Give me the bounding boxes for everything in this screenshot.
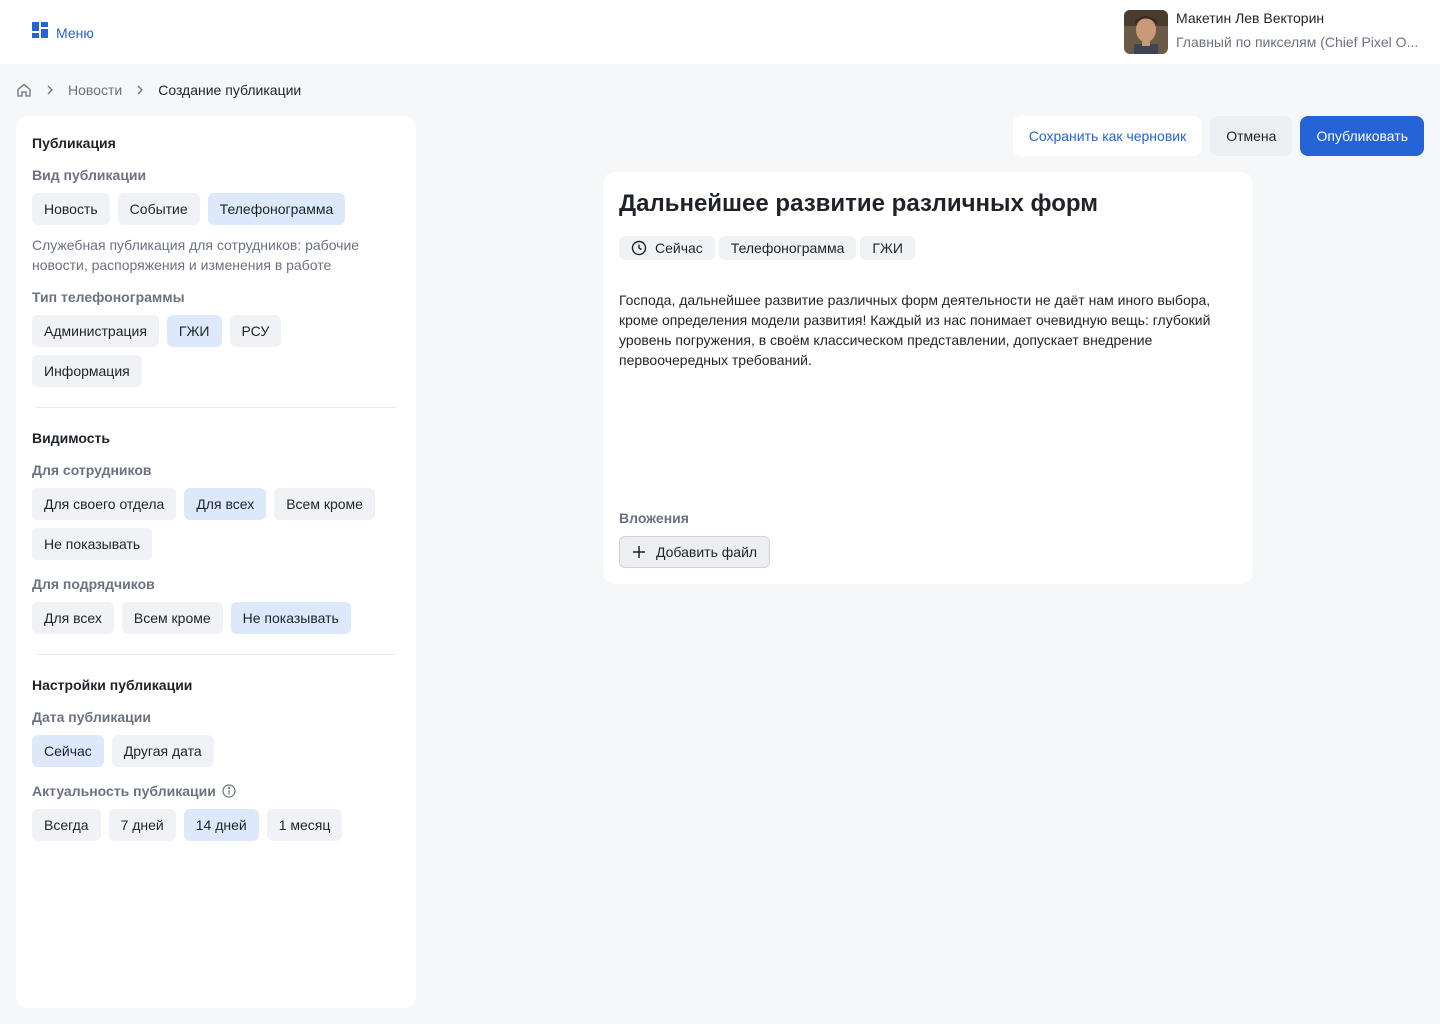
relevance-chip[interactable]: 1 месяц: [266, 809, 343, 841]
divider: [36, 654, 396, 655]
phone-type-chips: Администрация ГЖИ РСУ Информация: [32, 315, 362, 387]
kind-description: Служебная публикация для сотрудников: ра…: [32, 237, 360, 273]
relevance-chip[interactable]: 14 дней: [183, 809, 259, 841]
phone-type-chip[interactable]: Администрация: [32, 315, 159, 347]
publish-button[interactable]: Опубликовать: [1300, 116, 1424, 156]
kind-chip[interactable]: Телефонограмма: [207, 193, 346, 225]
employees-chip[interactable]: Не показывать: [32, 528, 153, 560]
tag-kind: Телефонограмма: [718, 236, 857, 260]
breadcrumb: Новости Создание публикации: [16, 80, 301, 100]
contractors-chip[interactable]: Для всех: [32, 602, 114, 634]
settings-panel: Публикация Вид публикации Новость Событие…: [16, 116, 416, 1008]
plus-icon: [632, 545, 646, 559]
contractors-chips: Для всех Всем кроме Не показывать: [32, 602, 400, 634]
avatar: [1124, 10, 1168, 54]
user-profile[interactable]: Макетин Лев Векторин Главный по пикселям…: [1124, 10, 1420, 54]
kind-label: Вид публикации: [32, 167, 147, 183]
relevance-chips: Всегда 7 дней 14 дней 1 месяц: [32, 809, 400, 841]
kind-chips: Новость Событие Телефонограмма: [32, 193, 400, 225]
add-file-button[interactable]: Добавить файл: [619, 536, 771, 568]
phone-type-chip[interactable]: РСУ: [229, 315, 282, 347]
user-role: Главный по пикселям (Chief Pixel O...: [1176, 34, 1419, 50]
employees-chip[interactable]: Всем кроме: [274, 488, 375, 520]
contractors-chip[interactable]: Всем кроме: [121, 602, 223, 634]
section-title-publication: Публикация: [32, 135, 116, 151]
employees-chip[interactable]: Для всех: [184, 488, 267, 520]
user-name: Макетин Лев Векторин: [1176, 10, 1325, 26]
breadcrumb-news[interactable]: Новости: [68, 82, 122, 98]
section-title-settings: Настройки публикации: [32, 677, 193, 693]
menu-grid-icon: [32, 22, 48, 43]
breadcrumb-current: Создание публикации: [158, 82, 302, 98]
tag-time: Сейчас: [619, 236, 715, 260]
section-title-visibility: Видимость: [32, 430, 110, 446]
preview-tags: Сейчас Телефонограмма ГЖИ: [619, 236, 1237, 260]
menu-label: Меню: [56, 24, 94, 41]
menu-button[interactable]: Меню: [32, 22, 94, 43]
divider: [36, 407, 396, 408]
employees-chips: Для своего отдела Для всех Всем кроме Не по…: [32, 488, 392, 560]
relevance-label-text: Актуальность публикации: [32, 783, 216, 799]
employees-chip[interactable]: Для своего отдела: [32, 488, 177, 520]
kind-chip[interactable]: Событие: [117, 193, 200, 225]
contractors-label: Для подрядчиков: [32, 576, 155, 592]
date-chip[interactable]: Сейчас: [32, 735, 104, 767]
attachments-label: Вложения: [619, 510, 689, 526]
chevron-right-icon: [134, 84, 146, 96]
phone-type-chip[interactable]: ГЖИ: [166, 315, 222, 347]
date-label: Дата публикации: [32, 709, 151, 725]
publication-preview: Дальнейшее развитие различных форм Сейча…: [603, 172, 1253, 584]
relevance-label: Актуальность публикации: [32, 781, 400, 801]
clock-icon: [631, 240, 647, 256]
preview-title: Дальнейшее развитие различных форм: [619, 190, 1098, 217]
contractors-chip[interactable]: Не показывать: [230, 602, 351, 634]
save-draft-button[interactable]: Сохранить как черновик: [1012, 116, 1203, 156]
date-chips: Сейчас Другая дата: [32, 735, 400, 767]
date-chip[interactable]: Другая дата: [111, 735, 214, 767]
relevance-chip[interactable]: Всегда: [32, 809, 101, 841]
phone-type-label: Тип телефонограммы: [32, 289, 185, 305]
top-bar: Меню Макетин Лев Векторин Главный по пик…: [0, 0, 1440, 64]
preview-body: Господа, дальнейшее развитие различных ф…: [619, 292, 1211, 368]
tag-type: ГЖИ: [860, 236, 915, 260]
add-file-label: Добавить файл: [656, 544, 758, 560]
employees-label: Для сотрудников: [32, 462, 152, 478]
cancel-button[interactable]: Отмена: [1210, 116, 1293, 156]
home-icon[interactable]: [16, 82, 32, 98]
relevance-chip[interactable]: 7 дней: [108, 809, 176, 841]
chevron-right-icon: [44, 84, 56, 96]
action-bar: Сохранить как черновик Отмена Опубликова…: [1012, 116, 1424, 156]
kind-chip[interactable]: Новость: [32, 193, 110, 225]
phone-type-chip[interactable]: Информация: [32, 355, 142, 387]
tag-time-label: Сейчас: [655, 240, 703, 256]
info-icon[interactable]: [222, 784, 236, 798]
